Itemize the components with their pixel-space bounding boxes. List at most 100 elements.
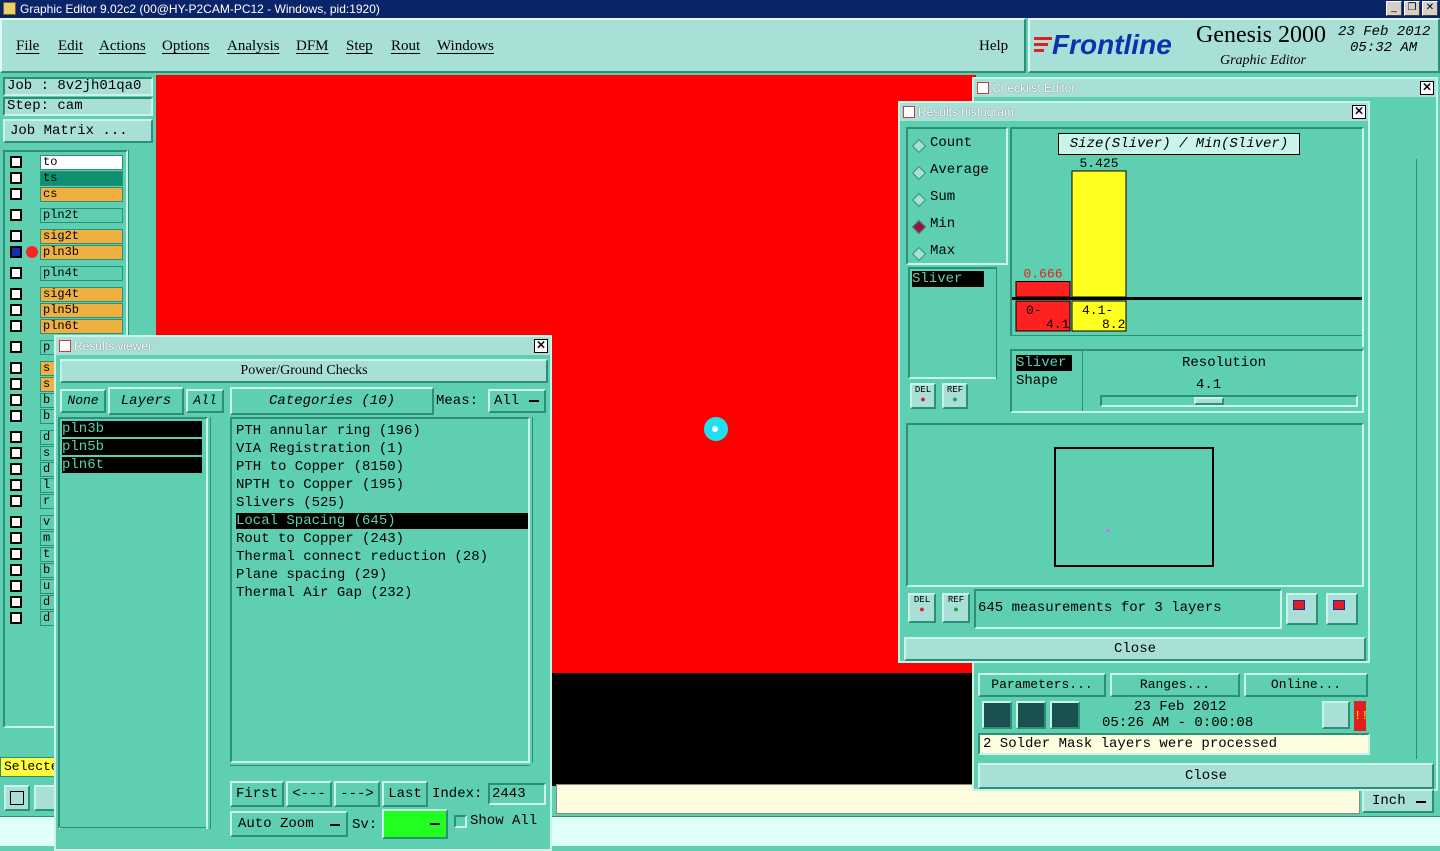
layer-checkbox[interactable] (10, 304, 22, 316)
layer-name[interactable]: to (40, 155, 123, 170)
next-button[interactable]: ---> (334, 781, 380, 807)
layer-checkbox[interactable] (10, 447, 22, 459)
layer-row-partial[interactable]: t (5, 547, 56, 562)
checklist-close-button[interactable]: Close (978, 763, 1434, 789)
del-button[interactable]: DEL ● (910, 383, 936, 409)
show-all-checkbox[interactable] (454, 815, 467, 828)
unit-select[interactable]: Inch (1362, 789, 1434, 813)
layer-row-partial[interactable]: r (5, 494, 56, 509)
layer-list-hscroll[interactable] (60, 827, 206, 841)
layer-name[interactable]: pln3b (40, 245, 123, 260)
category-list-vscroll[interactable] (532, 417, 548, 763)
layer-row-to[interactable]: to (5, 155, 123, 170)
prev-button[interactable]: <--- (286, 781, 332, 807)
ranges-button[interactable]: Ranges... (1110, 673, 1240, 697)
layer-row-sig2t[interactable]: sig2t (5, 229, 123, 244)
layer-row-partial[interactable]: d (5, 430, 56, 445)
layer-row-partial[interactable]: u (5, 579, 56, 594)
layer-row-partial[interactable]: l (5, 478, 56, 493)
checklist-editor-close-icon[interactable]: ✕ (1420, 81, 1434, 95)
layer-row-partial[interactable]: m (5, 531, 56, 546)
ref-button-2[interactable]: REF ● (942, 593, 970, 623)
category-item[interactable]: Local Spacing (645) (236, 513, 528, 529)
list-item[interactable]: Sliver (912, 271, 984, 287)
online-button[interactable]: Online... (1244, 673, 1368, 697)
alert-icon[interactable]: !! (1354, 701, 1368, 731)
mode-radio-max[interactable] (911, 246, 927, 262)
category-item[interactable]: PTH annular ring (196) (236, 423, 421, 439)
category-item[interactable]: Thermal connect reduction (28) (236, 549, 488, 565)
layer-checkbox[interactable] (10, 378, 22, 390)
layer-checkbox[interactable] (10, 431, 22, 443)
menu-step[interactable]: Step (346, 38, 373, 55)
layer-row-partial[interactable]: b (5, 563, 56, 578)
menu-help[interactable]: Help (979, 38, 1008, 55)
layer-name[interactable]: cs (40, 187, 123, 202)
menu-edit[interactable]: Edit (58, 38, 83, 55)
layer-checkbox[interactable] (10, 156, 22, 168)
report-icon[interactable] (1326, 593, 1358, 625)
layer-checkbox[interactable] (10, 341, 22, 353)
auto-zoom-select[interactable]: Auto Zoom (230, 811, 348, 837)
layer-checkbox[interactable] (10, 516, 22, 528)
layer-checkbox[interactable] (10, 267, 22, 279)
zoom-icon[interactable] (1322, 701, 1350, 729)
del-button-2[interactable]: DEL ● (908, 593, 936, 623)
select-field[interactable]: Selecte (0, 757, 59, 777)
attribute-list[interactable]: Sliver (908, 267, 998, 379)
layer-row-sig4t[interactable]: sig4t (5, 287, 123, 302)
results-viewer-close-icon[interactable]: ✕ (534, 339, 548, 353)
layer-row-partial[interactable]: d (5, 611, 56, 626)
layer-checkbox[interactable] (10, 288, 22, 300)
export-icon[interactable] (1286, 593, 1318, 625)
category-item[interactable]: NPTH to Copper (195) (236, 477, 404, 493)
mode-radio-count[interactable] (911, 138, 927, 154)
measurement-marker[interactable] (704, 417, 728, 441)
chart-hscroll[interactable] (1010, 335, 1362, 347)
pan-tool-icon[interactable] (34, 785, 56, 811)
histogram-close-button[interactable]: Close (904, 637, 1366, 661)
layer-checkbox[interactable] (10, 320, 22, 332)
stop-icon[interactable] (1050, 701, 1080, 729)
attribute-list-scroll[interactable] (996, 267, 1008, 379)
menu-windows[interactable]: Windows (437, 38, 494, 55)
menu-rout[interactable]: Rout (391, 38, 420, 55)
layer-row-partial[interactable]: b (5, 409, 56, 424)
layer-name[interactable]: sig4t (40, 287, 123, 302)
category-item[interactable]: Plane spacing (29) (236, 567, 387, 583)
minimize-button[interactable]: _ (1386, 1, 1402, 16)
categories-tab[interactable]: Categories (10) (230, 387, 434, 415)
run-all-icon[interactable] (1016, 701, 1046, 729)
list-item[interactable]: pln3b (62, 421, 202, 437)
mode-radio-min[interactable] (911, 219, 927, 235)
last-button[interactable]: Last (382, 781, 428, 807)
layer-row-pln4t[interactable]: pln4t (5, 266, 123, 281)
all-button[interactable]: All (186, 389, 224, 413)
shape-scroll[interactable] (1082, 351, 1096, 411)
category-item[interactable]: VIA Registration (1) (236, 441, 404, 457)
layer-name[interactable]: pln6t (40, 319, 123, 334)
layer-name[interactable]: sig2t (40, 229, 123, 244)
mode-radio-sum[interactable] (911, 192, 927, 208)
layer-name[interactable]: ts (40, 171, 123, 186)
menu-file[interactable]: File (16, 38, 39, 55)
checklist-vscroll[interactable] (1416, 159, 1434, 759)
histogram-close-icon[interactable]: ✕ (1352, 105, 1366, 119)
layer-checkbox[interactable] (10, 410, 22, 422)
first-button[interactable]: First (230, 781, 284, 807)
zoom-tool-icon[interactable] (4, 785, 30, 811)
parameters-button[interactable]: Parameters... (978, 673, 1106, 697)
sv-color-select[interactable] (382, 809, 448, 839)
category-item[interactable]: PTH to Copper (8150) (236, 459, 404, 475)
layers-tab[interactable]: Layers (108, 387, 184, 415)
layer-checkbox[interactable] (10, 580, 22, 592)
category-list-hscroll[interactable] (230, 765, 530, 779)
layer-checkbox[interactable] (10, 362, 22, 374)
job-matrix-button[interactable]: Job Matrix ... (3, 119, 153, 143)
layer-checkbox[interactable] (10, 230, 22, 242)
layer-checkbox[interactable] (10, 548, 22, 560)
layer-row-partial[interactable]: s (5, 377, 56, 392)
histogram-bar[interactable] (1071, 170, 1127, 298)
layer-row-partial[interactable]: v (5, 515, 56, 530)
category-item[interactable]: Thermal Air Gap (232) (236, 585, 412, 601)
